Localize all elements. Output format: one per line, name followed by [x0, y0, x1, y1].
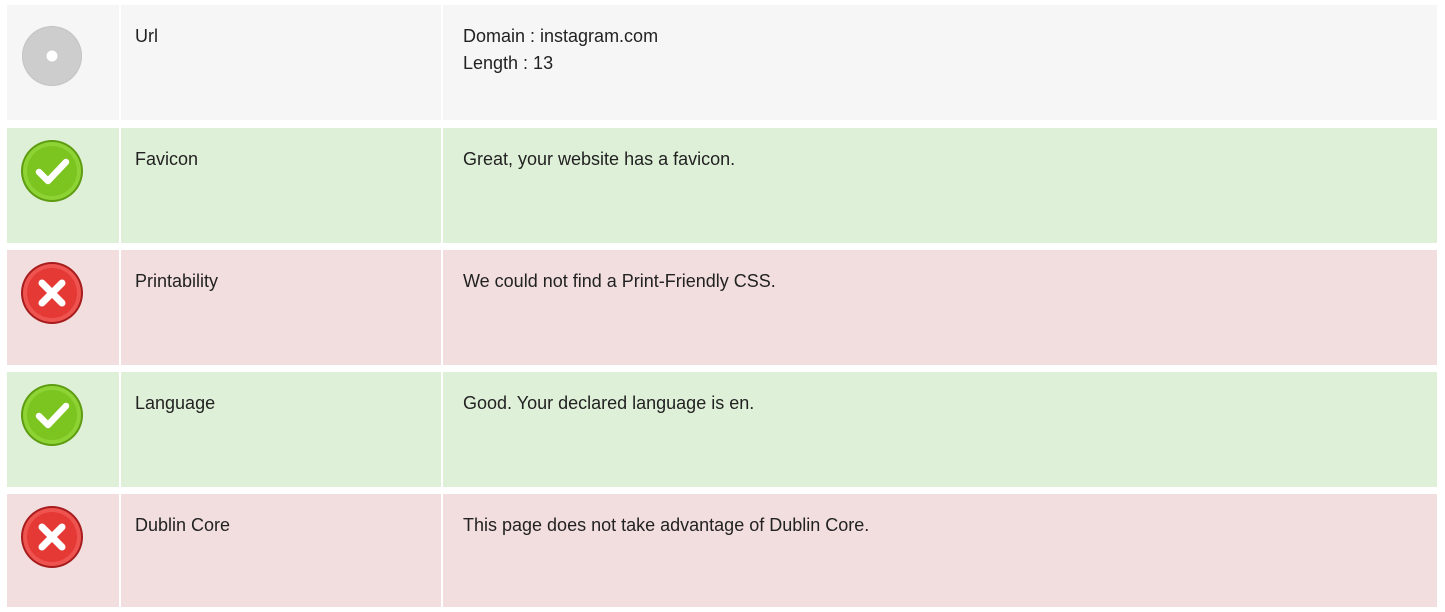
row-value: This page does not take advantage of Dub…	[463, 512, 869, 539]
row-label: Favicon	[135, 149, 199, 169]
label-cell: Language	[121, 372, 441, 487]
length-text: Length : 13	[463, 53, 554, 73]
check-icon	[20, 383, 84, 447]
row-value: Good. Your declared language is en.	[463, 390, 754, 417]
row-value: We could not find a Print-Friendly CSS.	[463, 268, 776, 295]
status-cell	[7, 372, 119, 487]
printability-result-text: We could not find a Print-Friendly CSS.	[463, 271, 776, 291]
value-cell: We could not find a Print-Friendly CSS.	[443, 250, 1437, 365]
row-value: Domain : instagram.com Length : 13	[463, 23, 658, 77]
cross-icon	[20, 505, 84, 569]
value-cell: This page does not take advantage of Dub…	[443, 494, 1437, 607]
result-row-dublin-core: Dublin Core This page does not take adva…	[0, 494, 1445, 607]
row-label: Language	[135, 393, 216, 413]
result-row-printability: Printability We could not find a Print-F…	[0, 250, 1445, 365]
label-cell: Url	[121, 5, 441, 120]
language-result-text: Good. Your declared language is en.	[463, 393, 755, 413]
value-cell: Good. Your declared language is en.	[443, 372, 1437, 487]
label-cell: Dublin Core	[121, 494, 441, 607]
status-cell	[7, 494, 119, 607]
value-cell: Domain : instagram.com Length : 13	[443, 5, 1437, 120]
result-row-url: Url Domain : instagram.com Length : 13	[0, 5, 1445, 120]
domain-text: Domain : instagram.com	[463, 26, 659, 46]
result-row-language: Language Good. Your declared language is…	[0, 372, 1445, 487]
neutral-dot-icon	[20, 24, 84, 88]
dublin-core-result-text: This page does not take advantage of Dub…	[463, 515, 870, 535]
status-cell	[7, 5, 119, 120]
row-label: Printability	[135, 271, 219, 291]
cross-icon	[20, 261, 84, 325]
row-label: Dublin Core	[135, 515, 231, 535]
row-label: Url	[135, 26, 158, 46]
value-cell: Great, your website has a favicon.	[443, 128, 1437, 243]
seo-results-table: Url Domain : instagram.com Length : 13 F…	[0, 0, 1445, 612]
label-cell: Favicon	[121, 128, 441, 243]
status-cell	[7, 128, 119, 243]
row-value: Great, your website has a favicon.	[463, 146, 735, 173]
favicon-result-text: Great, your website has a favicon.	[463, 149, 736, 169]
result-row-favicon: Favicon Great, your website has a favico…	[0, 128, 1445, 243]
check-icon	[20, 139, 84, 203]
status-cell	[7, 250, 119, 365]
label-cell: Printability	[121, 250, 441, 365]
